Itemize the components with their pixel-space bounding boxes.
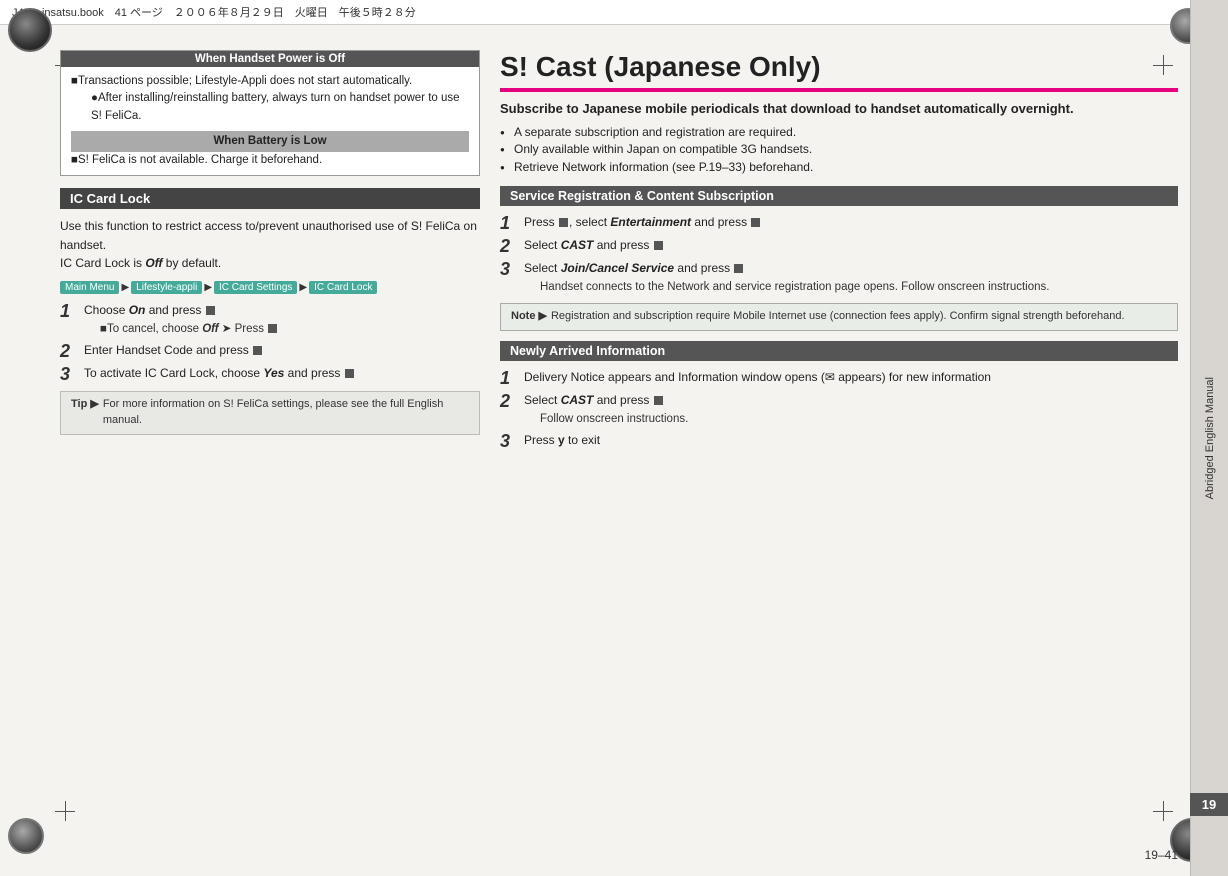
tip-text: For more information on S! FeliCa settin… [103,397,469,429]
ic-step-number-3: 3 [60,365,78,383]
page-number-box: 19 [1190,793,1228,816]
ic-card-lock-body: Use this function to restrict access to/… [60,217,480,273]
newly-step-content-2: Select CAST and press Follow onscreen in… [524,392,1178,427]
corner-tl [8,8,58,58]
ic-card-lock-section: IC Card Lock Use this function to restri… [60,188,480,435]
newly-step-num-1: 1 [500,369,518,387]
newly-step-num-3: 3 [500,432,518,450]
service-section: Service Registration & Content Subscript… [500,186,1178,331]
ic-step3-text: To activate IC Card Lock, choose Yes and… [84,366,355,380]
note-box: Note ▶ Registration and subscription req… [500,303,1178,331]
power-line1: ■Transactions possible; Lifestyle-Appli … [71,73,469,90]
service-header: Service Registration & Content Subscript… [500,186,1178,206]
note-text: Registration and subscription require Mo… [551,309,1125,325]
service-step2-text: Select CAST and press [524,238,664,252]
newly-arrived-steps: 1 Delivery Notice appears and Informatio… [500,369,1178,450]
ic-card-lock-title: IC Card Lock [60,188,480,209]
handset-power-content: ■Transactions possible; Lifestyle-Appli … [61,67,479,175]
ic-step-number-2: 2 [60,342,78,360]
service-steps-list: 1 Press , select Entertainment and press… [500,214,1178,295]
newly-arrived-header: Newly Arrived Information [500,341,1178,361]
ic-step-content-2: Enter Handset Code and press [84,342,480,359]
newly-step-2: 2 Select CAST and press Follow onscreen … [500,392,1178,427]
newly-step-3: 3 Press y to exit [500,432,1178,450]
service-step-content-3: Select Join/Cancel Service and press Han… [524,260,1178,295]
corner-circle-tl [8,8,52,52]
intro-bullet-1: A separate subscription and registration… [500,124,1178,141]
breadcrumb-row: Main Menu ▶ Lifestyle-appli ▶ IC Card Se… [60,281,480,294]
ic-step1-text: Choose On and press [84,303,216,317]
intro-bullet-2: Only available within Japan on compatibl… [500,141,1178,158]
right-column: S! Cast (Japanese Only) Subscribe to Jap… [500,50,1178,826]
note-label: Note ▶ [511,309,547,325]
intro-text: Subscribe to Japanese mobile periodicals… [500,100,1178,118]
tip-box: Tip ▶ For more information on S! FeliCa … [60,391,480,435]
newly-step1-text: Delivery Notice appears and Information … [524,370,991,384]
ic-body1: Use this function to restrict access to/… [60,217,480,254]
ic-step-content-3: To activate IC Card Lock, choose Yes and… [84,365,480,382]
sidebar-label: Abridged English Manual [1204,377,1216,499]
corner-bl [8,818,58,868]
service-step-num-2: 2 [500,237,518,255]
ic-step-1: 1 Choose On and press ■To cancel, choose… [60,302,480,337]
breadcrumb-ic-settings: IC Card Settings [214,281,297,294]
newly-step-content-3: Press y to exit [524,432,1178,449]
ic-step-content-1: Choose On and press ■To cancel, choose O… [84,302,480,337]
page-number-bottom: 19–41 [1145,848,1178,862]
power-line2: ●After installing/reinstalling battery, … [91,90,469,125]
breadcrumb-ic-lock: IC Card Lock [309,281,377,294]
left-column: When Handset Power is Off ■Transactions … [60,50,480,826]
service-step-2: 2 Select CAST and press [500,237,1178,255]
ic-body2: IC Card Lock is Off by default. [60,254,480,273]
service-step3-sub: Handset connects to the Network and serv… [540,279,1178,295]
newly-step2-text: Select CAST and press [524,393,664,407]
battery-header: When Battery is Low [71,131,469,152]
breadcrumb-lifestyle: Lifestyle-appli [131,281,202,294]
right-sidebar: Abridged English Manual 19 [1190,0,1228,876]
newly-step-content-1: Delivery Notice appears and Information … [524,369,1178,386]
breadcrumb-arrow-3: ▶ [299,282,307,293]
handset-power-box: When Handset Power is Off ■Transactions … [60,50,480,176]
ic-step2-text: Enter Handset Code and press [84,343,263,357]
ic-step-2: 2 Enter Handset Code and press [60,342,480,360]
ic-steps-list: 1 Choose On and press ■To cancel, choose… [60,302,480,383]
page-title: S! Cast (Japanese Only) [500,50,1178,92]
service-step-num-1: 1 [500,214,518,232]
service-step-1: 1 Press , select Entertainment and press [500,214,1178,232]
service-step1-text: Press , select Entertainment and press [524,215,761,229]
header-bar: J410_insatsu.book 41 ページ ２００６年８月２９日 火曜日 … [0,0,1228,25]
service-step-content-2: Select CAST and press [524,237,1178,254]
battery-line: ■S! FeliCa is not available. Charge it b… [71,152,469,169]
tip-label: Tip ▶ [71,397,99,413]
newly-step3-text: Press y to exit [524,433,600,447]
service-step-content-1: Press , select Entertainment and press [524,214,1178,231]
header-text: J410_insatsu.book 41 ページ ２００６年８月２９日 火曜日 … [12,4,416,20]
newly-step-1: 1 Delivery Notice appears and Informatio… [500,369,1178,387]
intro-bullet-3: Retrieve Network information (see P.19–3… [500,159,1178,176]
intro-bullets: A separate subscription and registration… [500,124,1178,176]
breadcrumb-arrow-2: ▶ [204,282,212,293]
ic-step1-sub: ■To cancel, choose Off ➤ Press [100,321,480,337]
main-content: When Handset Power is Off ■Transactions … [60,50,1178,826]
breadcrumb-arrow-1: ▶ [121,282,129,293]
page-container: J410_insatsu.book 41 ページ ２００６年８月２９日 火曜日 … [0,0,1228,876]
service-step3-text: Select Join/Cancel Service and press [524,261,744,275]
breadcrumb-main-menu: Main Menu [60,281,119,294]
ic-step-3: 3 To activate IC Card Lock, choose Yes a… [60,365,480,383]
service-step-num-3: 3 [500,260,518,278]
corner-circle-bl [8,818,44,854]
newly-arrived-section: Newly Arrived Information 1 Delivery Not… [500,341,1178,450]
handset-power-header: When Handset Power is Off [61,51,479,67]
ic-step-number-1: 1 [60,302,78,320]
service-step-3: 3 Select Join/Cancel Service and press H… [500,260,1178,295]
newly-step2-sub: Follow onscreen instructions. [540,411,1178,427]
newly-step-num-2: 2 [500,392,518,410]
